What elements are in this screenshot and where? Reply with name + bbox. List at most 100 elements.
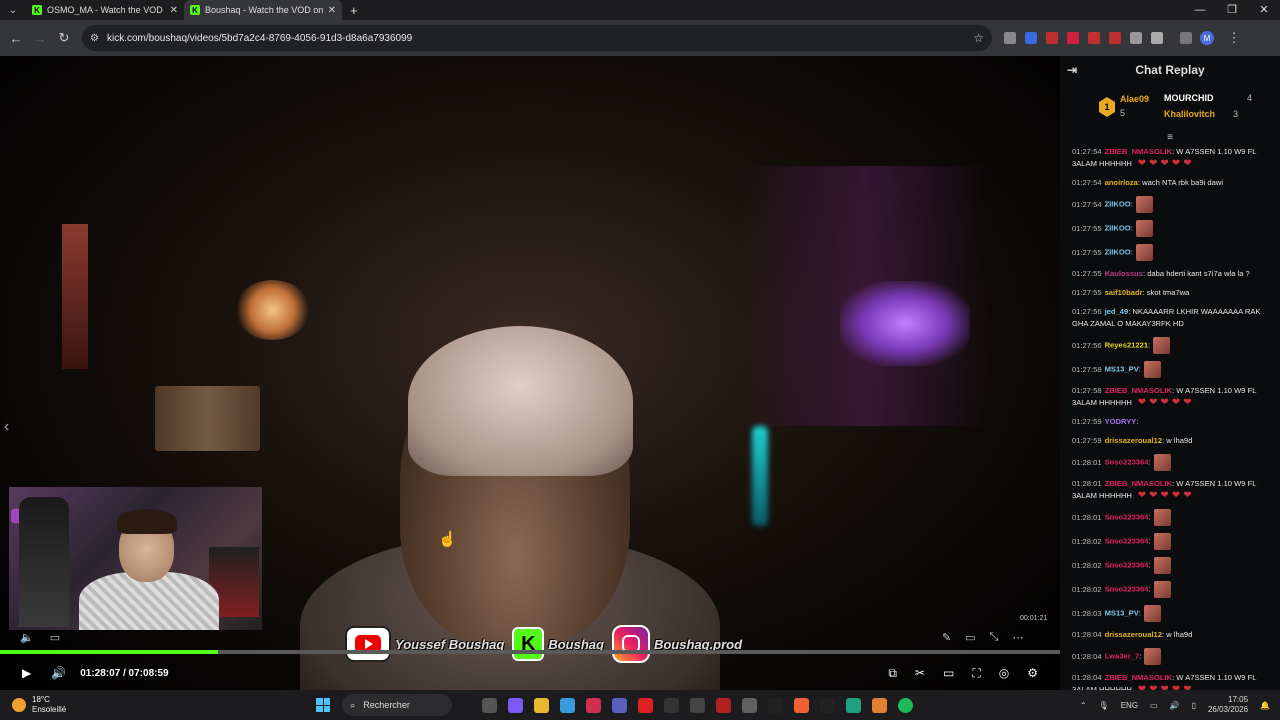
message-username[interactable]: ZBIEB_NMASOLIK [1105,673,1173,682]
tab-osmo[interactable]: K OSMO_MA - Watch the VOD on ✕ [26,0,184,20]
tab-search-button[interactable]: ⌄ [0,0,26,20]
speed-icon[interactable]: ◎ [999,666,1009,681]
brave-icon[interactable] [794,697,810,713]
extension-icon[interactable] [1130,32,1142,44]
message-username[interactable]: Lwa3er_7 [1105,652,1140,661]
shrink-icon[interactable]: ⤡ [990,631,999,644]
fullscreen-icon[interactable]: ⛶ [972,666,980,681]
file-explorer-icon[interactable] [534,697,550,713]
message-username[interactable]: YODRYY [1105,417,1137,426]
reload-button[interactable]: ↻ [52,30,76,46]
language-indicator[interactable]: ENG [1121,701,1138,710]
message-username[interactable]: ZIIKOO [1105,224,1131,233]
message-username[interactable]: ZIIKOO [1105,248,1131,257]
close-tab-icon[interactable]: ✕ [170,5,178,16]
seek-bar[interactable] [0,650,1060,654]
clock[interactable]: 17:05 26/03/2026 [1208,695,1248,715]
message-username[interactable]: Soso223364 [1105,585,1149,594]
extension-icon[interactable] [1046,32,1058,44]
extension-icon[interactable] [1004,32,1016,44]
notifications-icon[interactable]: 🔔 [1260,701,1270,710]
maximize-button[interactable]: ❐ [1216,0,1248,20]
message-username[interactable]: drissazeroual12 [1105,630,1162,639]
taskbar-search[interactable]: ⌕ Rechercher [342,694,453,716]
back-button[interactable]: ← [4,31,28,46]
message-username[interactable]: ZIIKOO [1105,200,1131,209]
leader-second-name[interactable]: MOURCHID [1164,93,1214,103]
pip-icon[interactable]: ⧉ [888,666,897,681]
chrome-icon[interactable] [560,697,576,713]
message-username[interactable]: Reyes21221 [1105,341,1149,350]
theater-icon[interactable]: ▭ [943,666,954,681]
message-username[interactable]: MS13_PV [1105,365,1139,374]
address-bar[interactable]: ⚙ kick.com/boushaq/videos/5bd7a2c4-8769-… [82,25,992,51]
message-username[interactable]: MS13_PV [1105,609,1139,618]
message-username[interactable]: saif10badr [1105,288,1143,297]
message-username[interactable]: ZBIEB_NMASOLIK [1105,479,1173,488]
app-icon[interactable] [768,697,784,713]
windows-start-icon[interactable] [316,698,331,712]
extension-icon[interactable] [1109,32,1121,44]
pencil-icon[interactable]: ✎ [942,631,951,644]
browser-menu-icon[interactable]: ⋮ [1222,30,1246,46]
app-icon[interactable] [690,697,706,713]
message-username[interactable]: drissazeroual12 [1105,436,1162,445]
message-username[interactable]: ZBIEB_NMASOLIK [1105,386,1173,395]
screen-icon[interactable]: ▭ [965,631,975,644]
leader-first-name[interactable]: Alae09 [1120,94,1149,104]
chat-message: 01:28:02 Soso223364: [1072,581,1268,598]
network-icon[interactable]: ▭ [1150,701,1158,710]
message-username[interactable]: jed_49 [1105,307,1129,316]
extensions-puzzle-icon[interactable] [1151,32,1163,44]
clip-icon[interactable]: ✂ [915,666,925,681]
message-username[interactable]: ZBIEB_NMASOLIK [1105,147,1173,156]
youtube-app-icon[interactable] [638,697,654,713]
new-tab-button[interactable]: + [350,3,358,18]
bookmark-star-icon[interactable]: ☆ [973,31,984,45]
app-icon[interactable] [872,697,888,713]
extension-icon[interactable] [1067,32,1079,44]
message-username[interactable]: Soso223364 [1105,537,1149,546]
speaker-icon[interactable]: 🔈 [20,631,34,644]
close-tab-icon[interactable]: ✕ [328,5,336,16]
weather-widget[interactable]: 18°C Ensoleillé [12,695,66,715]
teams-icon[interactable] [612,697,628,713]
tab-boushaq[interactable]: K Boushaq - Watch the VOD on K ✕ [184,0,342,20]
microphone-icon[interactable]: 🎙 [1099,701,1109,710]
collapse-chat-icon[interactable]: ⇥ [1067,63,1077,77]
message-username[interactable]: Soso223364 [1105,458,1149,467]
leader-third-name[interactable]: Khalilovitch [1164,109,1215,119]
app-icon[interactable] [742,697,758,713]
filter-icon[interactable]: ≡ [1060,132,1280,146]
app-icon[interactable] [716,697,732,713]
url-text: kick.com/boushaq/videos/5bd7a2c4-8769-40… [106,32,413,44]
extension-icon[interactable] [1025,32,1037,44]
chevron-left-icon[interactable]: ‹ [4,418,9,436]
volume-tray-icon[interactable]: 🔊 [1170,701,1180,710]
site-info-icon[interactable]: ⚙ [90,33,99,44]
extension-icon[interactable] [1088,32,1100,44]
tab-list-icon[interactable] [1180,32,1192,44]
task-view-icon[interactable] [482,697,498,713]
battery-icon[interactable]: ▯ [1192,701,1196,710]
app-icon[interactable] [846,697,862,713]
play-button[interactable]: ▶ [22,666,31,680]
settings-gear-icon[interactable]: ⚙ [1027,666,1038,681]
chevron-up-icon[interactable]: ⌃ [1080,701,1087,710]
app-icon[interactable] [664,697,680,713]
volume-icon[interactable]: 🔊 [51,666,66,680]
more-icon[interactable]: ⋯ [1012,631,1023,644]
spotify-icon[interactable] [898,697,914,713]
profile-avatar[interactable]: M [1200,31,1214,45]
copilot-icon[interactable] [508,697,524,713]
app-icon[interactable] [586,697,602,713]
forward-button[interactable]: → [28,31,52,46]
app-icon[interactable] [820,697,836,713]
message-username[interactable]: Soso223364 [1105,513,1149,522]
close-window-button[interactable]: ✕ [1248,0,1280,20]
message-username[interactable]: anoirloza [1105,178,1138,187]
caption-icon[interactable]: ▭ [50,631,60,644]
message-username[interactable]: Kaulossus [1105,269,1143,278]
message-username[interactable]: Soso223364 [1105,561,1149,570]
minimize-button[interactable]: — [1184,0,1216,20]
